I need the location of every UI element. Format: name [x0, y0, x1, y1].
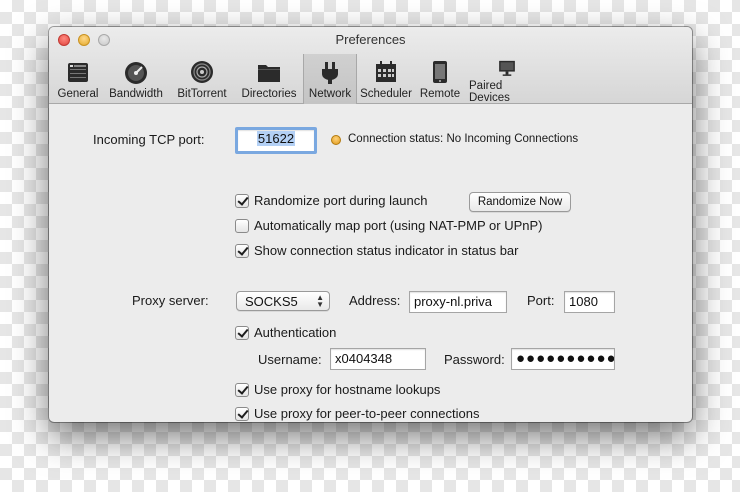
show-status-checkbox[interactable] — [235, 243, 249, 258]
phone-icon — [433, 61, 447, 83]
popup-arrows-icon: ▲ ▼ — [316, 293, 324, 309]
authentication-checkbox[interactable] — [235, 325, 249, 340]
proxy-port-field[interactable]: 1080 — [564, 291, 615, 313]
plug-icon — [322, 62, 338, 84]
general-icon — [68, 63, 88, 82]
randomize-port-checkbox[interactable] — [235, 193, 249, 208]
tab-paired-devices-label: Paired Devices — [469, 80, 510, 104]
tab-bandwidth[interactable]: Bandwidth — [103, 54, 169, 104]
address-label: Address: — [349, 293, 401, 308]
tab-directories-label: Directories — [241, 88, 297, 100]
authentication-label: Authentication — [254, 325, 337, 340]
incoming-port-field[interactable]: 51622 — [235, 127, 317, 154]
tab-scheduler[interactable]: Scheduler — [357, 54, 415, 104]
connection-status-text: Connection status: No Incoming Connectio… — [348, 133, 579, 145]
tab-remote[interactable]: Remote — [415, 54, 465, 104]
tab-bittorrent-label: BitTorrent — [177, 88, 227, 100]
tab-bandwidth-label: Bandwidth — [109, 88, 163, 100]
network-pane: Incoming TCP port: 51622 Connection stat… — [49, 105, 692, 422]
automap-port-row[interactable]: Automatically map port (using NAT-PMP or… — [235, 218, 543, 233]
bittorrent-icon — [191, 61, 213, 83]
proxy-p2p-label: Use proxy for peer-to-peer connections — [254, 406, 480, 421]
proxy-server-label: Proxy server: — [132, 293, 209, 308]
tab-remote-label: Remote — [419, 88, 461, 100]
proxy-hostname-row[interactable]: Use proxy for hostname lookups — [235, 382, 440, 397]
calendar-icon — [376, 61, 396, 82]
incoming-port-value: 51622 — [256, 131, 296, 146]
tab-directories[interactable]: Directories — [235, 54, 303, 104]
folder-icon — [258, 65, 280, 82]
tab-general-label: General — [57, 88, 99, 100]
password-label: Password: — [444, 352, 505, 367]
show-status-label: Show connection status indicator in stat… — [254, 243, 519, 258]
gauge-icon — [125, 62, 147, 84]
randomize-port-row[interactable]: Randomize port during launch — [235, 193, 427, 208]
proxy-type-popup[interactable]: SOCKS5 ▲ ▼ — [236, 291, 330, 311]
tab-paired-devices[interactable]: Paired Devices — [465, 54, 549, 104]
preferences-window: Preferences General Bandwidth BitTorrent… — [49, 27, 692, 422]
proxy-type-value: SOCKS5 — [245, 294, 298, 309]
proxy-hostname-label: Use proxy for hostname lookups — [254, 382, 441, 397]
monitor-icon — [499, 60, 515, 76]
title-bar: Preferences General Bandwidth BitTorrent… — [49, 27, 692, 104]
proxy-port-label: Port: — [527, 293, 555, 308]
tab-bittorrent[interactable]: BitTorrent — [169, 54, 235, 104]
automap-port-checkbox[interactable] — [235, 218, 249, 233]
tab-network-label: Network — [308, 88, 352, 100]
username-field[interactable]: x0404348 — [330, 348, 426, 370]
randomize-now-button[interactable]: Randomize Now — [469, 192, 571, 212]
proxy-hostname-checkbox[interactable] — [235, 382, 249, 397]
window-title: Preferences — [335, 32, 406, 47]
authentication-row[interactable]: Authentication — [235, 325, 336, 340]
randomize-port-label: Randomize port during launch — [254, 193, 428, 208]
password-field[interactable]: ●●●●●●●●●● — [511, 348, 615, 370]
tab-network[interactable]: Network — [303, 54, 357, 104]
incoming-port-label: Incoming TCP port: — [93, 132, 205, 147]
address-field[interactable]: proxy-nl.priva — [409, 291, 507, 313]
connection-status-icon — [331, 135, 341, 145]
preferences-toolbar: General Bandwidth BitTorrent Directories… — [53, 54, 549, 104]
automap-port-label: Automatically map port (using NAT-PMP or… — [254, 218, 543, 233]
show-status-row[interactable]: Show connection status indicator in stat… — [235, 243, 518, 258]
tab-scheduler-label: Scheduler — [360, 88, 412, 100]
username-label: Username: — [258, 352, 322, 367]
proxy-p2p-checkbox[interactable] — [235, 406, 249, 421]
tab-general[interactable]: General — [53, 54, 103, 104]
proxy-p2p-row[interactable]: Use proxy for peer-to-peer connections — [235, 406, 479, 421]
